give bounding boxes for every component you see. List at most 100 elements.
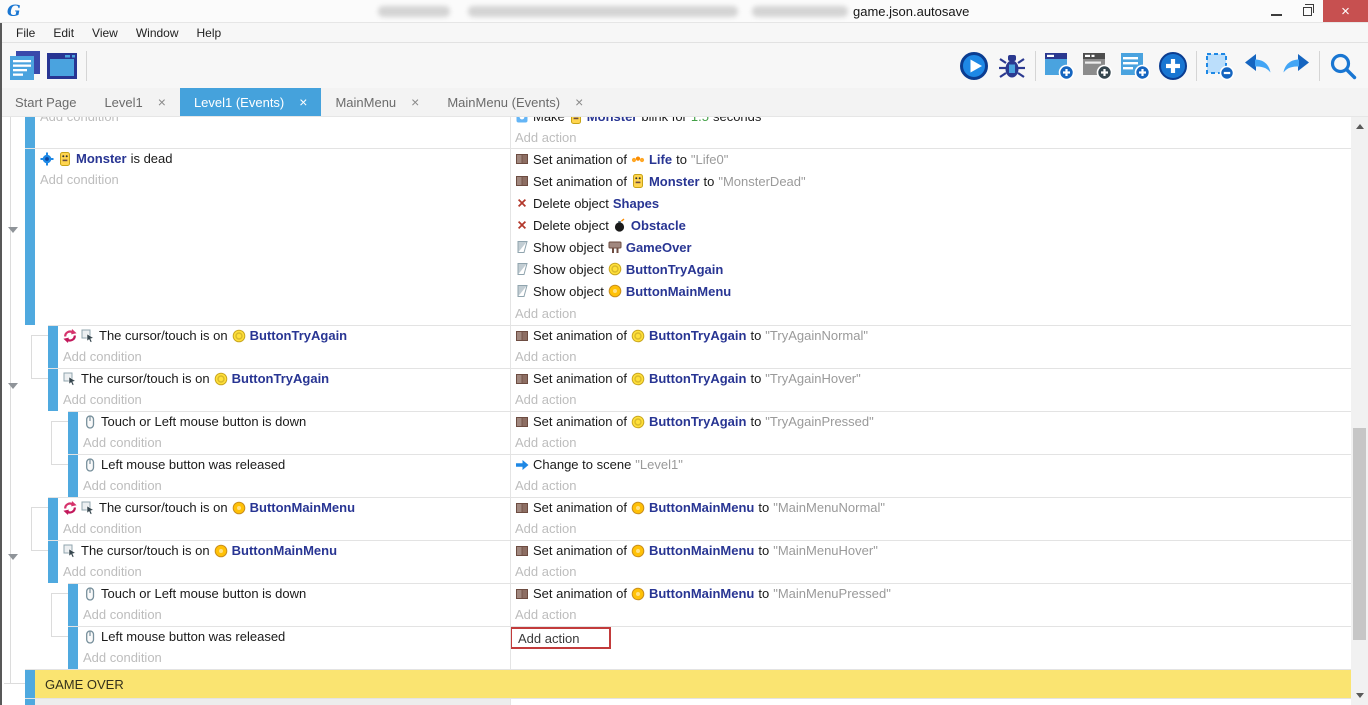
tab-bar: Start Page Level1× Level1 (Events)× Main…	[0, 88, 1368, 117]
add-condition-button[interactable]: Add condition	[0, 518, 510, 539]
collapse-arrow-icon[interactable]	[8, 227, 18, 233]
event-block-mainmenu-pressed: Touch or Left mouse button is down Add c…	[0, 583, 1351, 626]
action-change-scene[interactable]: Change to scene "Level1"	[515, 454, 1351, 475]
add-condition-button[interactable]: Add condition	[0, 346, 510, 367]
toolbar	[0, 43, 1368, 88]
tab-mainmenu[interactable]: MainMenu×	[321, 88, 433, 116]
add-action-button[interactable]: Add action	[515, 346, 1351, 367]
close-tab-icon[interactable]: ×	[411, 95, 419, 109]
cursor-icon	[63, 372, 77, 386]
menu-window[interactable]: Window	[127, 24, 188, 42]
close-button[interactable]: ×	[1323, 0, 1368, 22]
add-action-button[interactable]: Add action	[515, 518, 1351, 539]
collapse-arrow-icon[interactable]	[8, 554, 18, 560]
delete-selection-button[interactable]	[1201, 47, 1239, 85]
condition-monster-is-dead[interactable]: Monster is dead	[0, 148, 510, 169]
inverted-condition-icon	[63, 329, 77, 343]
event-selection-bar[interactable]	[25, 669, 35, 698]
add-action-button[interactable]: Add action	[515, 432, 1351, 453]
scrollbar-thumb[interactable]	[1353, 428, 1366, 640]
project-manager-button[interactable]	[6, 47, 44, 85]
menu-help[interactable]: Help	[188, 24, 231, 42]
event-selection-bar[interactable]	[68, 411, 78, 454]
scroll-down-icon[interactable]	[1356, 693, 1364, 698]
action-set-animation-monster[interactable]: Set animation of Monster to "MonsterDead…	[515, 170, 1351, 192]
add-action-button[interactable]: Add action	[515, 604, 1351, 625]
vertical-scrollbar[interactable]	[1351, 117, 1368, 705]
action-set-animation-life[interactable]: Set animation of Life to "Life0"	[515, 148, 1351, 170]
add-sub-event-button[interactable]	[1078, 47, 1116, 85]
animation-icon	[515, 501, 529, 515]
event-selection-bar[interactable]	[68, 626, 78, 669]
scroll-up-icon[interactable]	[1356, 124, 1364, 129]
event-selection-bar[interactable]	[68, 583, 78, 626]
event-selection-bar[interactable]	[48, 497, 58, 540]
debug-button[interactable]	[993, 47, 1031, 85]
restore-button[interactable]	[1292, 0, 1323, 22]
condition-cursor-on-mainmenu[interactable]: The cursor/touch is on ButtonMainMenu	[0, 540, 510, 561]
action-delete-obstacle[interactable]: Delete object Obstacle	[515, 214, 1351, 236]
add-action-button-highlighted[interactable]: Add action	[510, 627, 611, 649]
action-show-gameover[interactable]: Show object GameOver	[515, 236, 1351, 258]
orange-button-object-icon	[214, 544, 228, 558]
yellow-button-object-icon	[631, 372, 645, 386]
event-selection-bar[interactable]	[25, 698, 35, 705]
action-show-buttonmainmenu[interactable]: Show object ButtonMainMenu	[515, 280, 1351, 302]
add-condition-button[interactable]: Add condition	[0, 169, 510, 190]
yellow-button-object-icon	[608, 262, 622, 276]
menu-view[interactable]: View	[83, 24, 127, 42]
add-condition-button[interactable]: Add condition	[0, 561, 510, 582]
add-condition-button[interactable]: Add condition	[0, 389, 510, 410]
tab-mainmenu-events[interactable]: MainMenu (Events)×	[433, 88, 597, 116]
scene-editor-button[interactable]	[44, 47, 82, 85]
collapse-arrow-icon[interactable]	[8, 383, 18, 389]
event-selection-bar[interactable]	[48, 368, 58, 411]
add-condition-button[interactable]: Add condition	[0, 117, 510, 127]
add-comment-button[interactable]	[1116, 47, 1154, 85]
add-action-button[interactable]: Add action	[515, 302, 1351, 324]
condition-cursor-on-mainmenu-inverted[interactable]: The cursor/touch is on ButtonMainMenu	[0, 497, 510, 518]
event-selection-bar[interactable]	[25, 117, 35, 148]
event-selection-bar[interactable]	[48, 325, 58, 368]
event-selection-bar[interactable]	[48, 540, 58, 583]
close-tab-icon[interactable]: ×	[575, 95, 583, 109]
tab-level1-events[interactable]: Level1 (Events)×	[180, 88, 322, 116]
yellow-button-object-icon	[631, 329, 645, 343]
event-selection-bar[interactable]	[68, 454, 78, 497]
minimize-button[interactable]	[1261, 0, 1292, 22]
add-action-button[interactable]: Add action	[515, 389, 1351, 410]
event-block-mainmenu-released: Left mouse button was released Add condi…	[0, 626, 1351, 669]
add-event-button[interactable]	[1040, 47, 1078, 85]
condition-cursor-on-tryagain-inverted[interactable]: The cursor/touch is on ButtonTryAgain	[0, 325, 510, 346]
search-button[interactable]	[1324, 47, 1362, 85]
action-delete-shapes[interactable]: Delete object Shapes	[515, 192, 1351, 214]
menu-file[interactable]: File	[7, 24, 44, 42]
mouse-icon	[83, 630, 97, 644]
tab-start-page[interactable]: Start Page	[1, 88, 90, 116]
action-set-animation[interactable]: Set animation of ButtonMainMenu to "Main…	[515, 540, 1351, 561]
add-action-button[interactable]: Add action	[515, 561, 1351, 582]
orange-button-object-icon	[631, 501, 645, 515]
action-set-animation[interactable]: Set animation of ButtonTryAgain to "TryA…	[515, 411, 1351, 432]
condition-cursor-on-tryagain[interactable]: The cursor/touch is on ButtonTryAgain	[0, 368, 510, 389]
action-set-animation[interactable]: Set animation of ButtonTryAgain to "TryA…	[515, 325, 1351, 346]
tab-level1[interactable]: Level1×	[90, 88, 180, 116]
add-other-event-button[interactable]	[1154, 47, 1192, 85]
add-action-button[interactable]: Add action	[515, 475, 1351, 496]
mouse-icon	[83, 458, 97, 472]
action-show-buttontryagain[interactable]: Show object ButtonTryAgain	[515, 258, 1351, 280]
action-set-animation[interactable]: Set animation of ButtonMainMenu to "Main…	[515, 497, 1351, 518]
event-selection-bar[interactable]	[25, 148, 35, 325]
redo-button[interactable]	[1277, 47, 1315, 85]
menu-edit[interactable]: Edit	[44, 24, 83, 42]
preview-play-button[interactable]	[955, 47, 993, 85]
event-block-tryagain-hover: The cursor/touch is on ButtonTryAgain Ad…	[0, 368, 1351, 411]
comment-event[interactable]: GAME OVER	[35, 670, 1351, 698]
action-set-animation[interactable]: Set animation of ButtonMainMenu to "Main…	[515, 583, 1351, 604]
close-tab-icon[interactable]: ×	[299, 95, 307, 109]
action-set-animation[interactable]: Set animation of ButtonTryAgain to "TryA…	[515, 368, 1351, 389]
undo-button[interactable]	[1239, 47, 1277, 85]
add-action-button[interactable]: Add action	[515, 127, 1351, 148]
action-make-blink[interactable]: Make Monster blink for 1.5 seconds	[515, 117, 1351, 127]
close-tab-icon[interactable]: ×	[158, 95, 166, 109]
